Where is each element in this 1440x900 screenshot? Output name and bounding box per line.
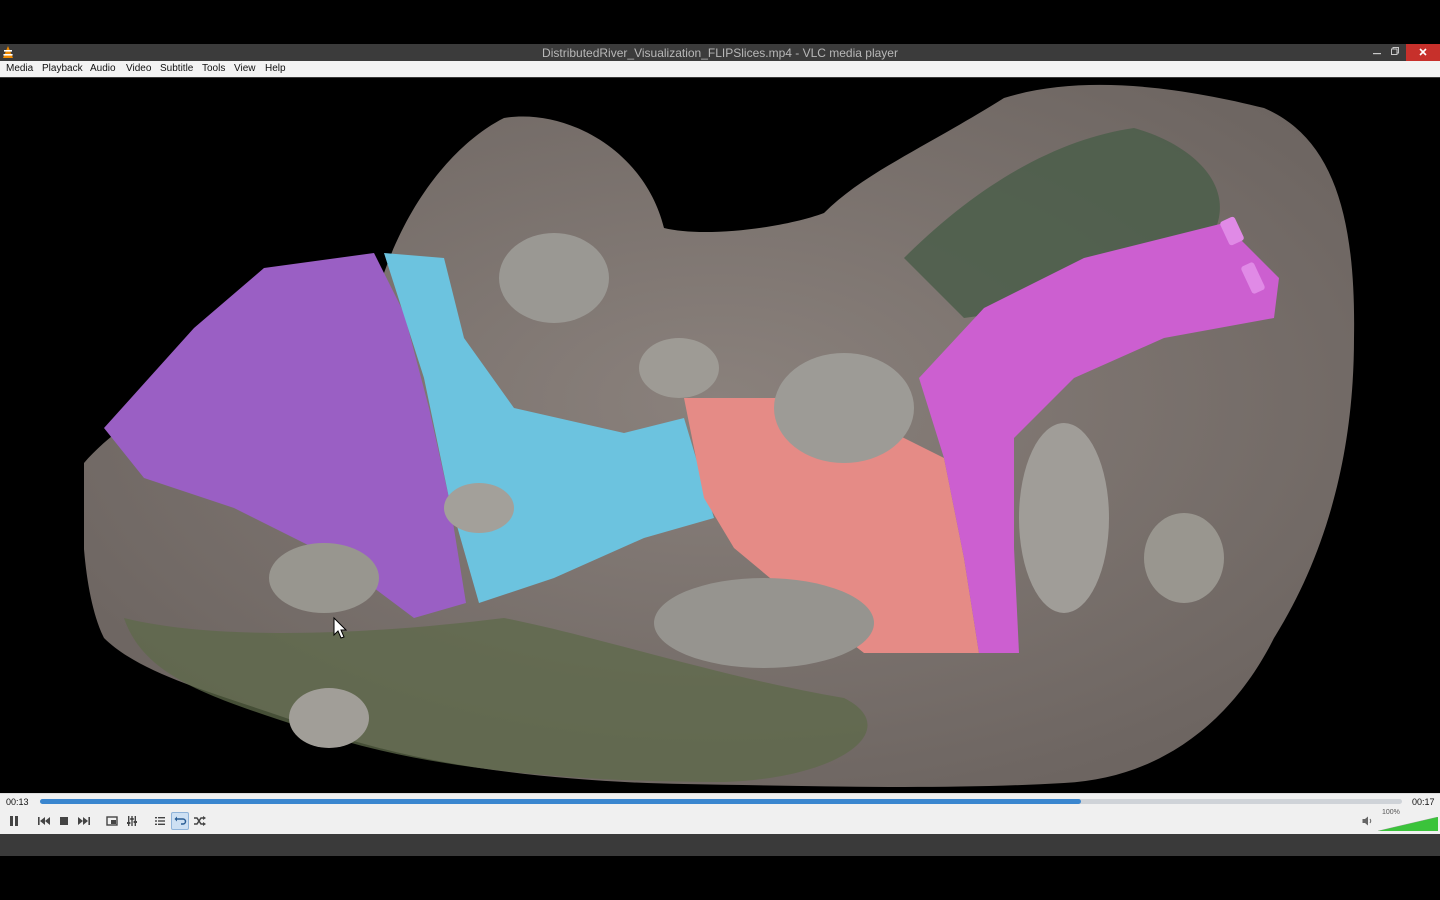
- menu-bar: Media Playback Audio Video Subtitle Tool…: [0, 61, 1440, 77]
- shuffle-icon: [193, 816, 206, 826]
- stop-button[interactable]: [55, 812, 73, 830]
- fullscreen-button[interactable]: [103, 812, 121, 830]
- rock-cluster: [1019, 423, 1109, 613]
- menu-video[interactable]: Video: [126, 63, 151, 74]
- total-time: 00:17: [1412, 797, 1435, 807]
- previous-icon: [38, 817, 50, 825]
- shuffle-button[interactable]: [190, 812, 208, 830]
- title-bar: DistributedRiver_Visualization_FLIPSlice…: [0, 44, 1440, 61]
- close-icon: [1419, 48, 1427, 56]
- next-button[interactable]: [75, 812, 93, 830]
- menu-subtitle[interactable]: Subtitle: [160, 63, 193, 74]
- menu-media[interactable]: Media: [6, 63, 33, 74]
- volume-slider[interactable]: [1378, 817, 1438, 831]
- menu-tools[interactable]: Tools: [202, 63, 225, 74]
- minimize-icon: [1373, 53, 1381, 55]
- bottom-letterbox: [0, 856, 1440, 900]
- speaker-icon[interactable]: [1362, 816, 1374, 826]
- next-icon: [78, 817, 90, 825]
- rock-cluster: [289, 688, 369, 748]
- control-bar: 00:13 00:17 100%: [0, 793, 1440, 834]
- vlc-window: DistributedRiver_Visualization_FLIPSlice…: [0, 44, 1440, 856]
- loop-icon: [174, 816, 186, 825]
- video-display[interactable]: [0, 78, 1440, 793]
- elapsed-time: 00:13: [6, 797, 29, 807]
- extended-settings-icon: [127, 816, 137, 826]
- close-button[interactable]: [1406, 44, 1440, 61]
- video-frame-river-terrain: [84, 84, 1355, 787]
- window-title: DistributedRiver_Visualization_FLIPSlice…: [542, 46, 898, 60]
- seek-slider[interactable]: [40, 799, 1402, 804]
- playlist-icon: [155, 817, 165, 825]
- extended-settings-button[interactable]: [123, 812, 141, 830]
- fullscreen-icon: [106, 816, 118, 826]
- volume-percent: 100%: [1382, 809, 1400, 816]
- menu-view[interactable]: View: [234, 63, 256, 74]
- rock-cluster: [774, 353, 914, 463]
- menu-audio[interactable]: Audio: [90, 63, 116, 74]
- restore-button[interactable]: [1386, 44, 1404, 61]
- playlist-button[interactable]: [151, 812, 169, 830]
- rock-cluster: [499, 233, 609, 323]
- pause-button[interactable]: [5, 812, 23, 830]
- seek-progress: [40, 799, 1082, 804]
- loop-button[interactable]: [171, 812, 189, 830]
- previous-button[interactable]: [35, 812, 53, 830]
- minimize-button[interactable]: [1366, 44, 1388, 61]
- status-strip: [0, 834, 1440, 856]
- top-letterbox: [0, 0, 1440, 44]
- stop-icon: [60, 817, 68, 825]
- rock-cluster: [444, 483, 514, 533]
- rock-cluster: [269, 543, 379, 613]
- rock-cluster: [654, 578, 874, 668]
- menu-help[interactable]: Help: [265, 63, 286, 74]
- menu-playback[interactable]: Playback: [42, 63, 83, 74]
- rock-cluster: [1144, 513, 1224, 603]
- rock-cluster: [639, 338, 719, 398]
- restore-icon: [1391, 47, 1399, 55]
- pause-icon: [10, 816, 18, 826]
